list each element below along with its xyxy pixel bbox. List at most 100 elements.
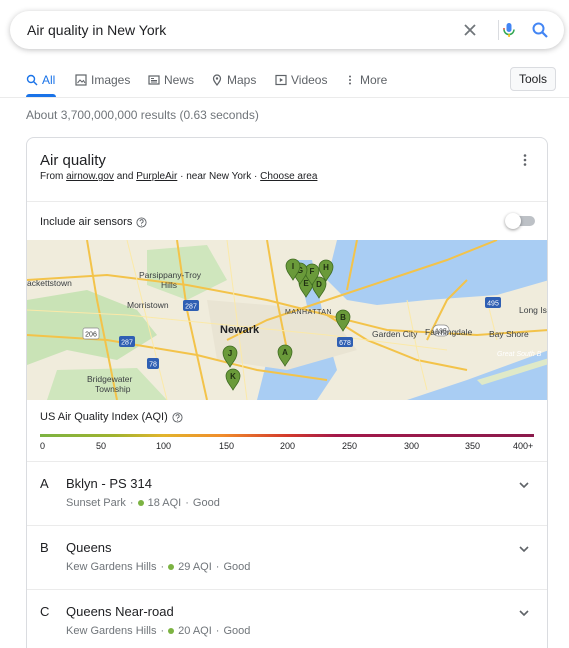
map-label: Great South B (497, 351, 542, 358)
marker-letter: I (292, 262, 294, 271)
toggle-knob (505, 213, 521, 229)
search-input[interactable]: Air quality in New York (27, 22, 166, 38)
tab-label: News (164, 73, 195, 87)
search-tabs: All Images News Maps Videos More (0, 66, 569, 98)
aqi-tick: 100 (156, 441, 172, 451)
marker-letter: E (303, 279, 309, 288)
tab-maps[interactable]: Maps (211, 72, 256, 88)
tab-news[interactable]: News (148, 72, 194, 88)
station-details: Kew Gardens Hills · 20 AQI · Good (66, 625, 250, 637)
aqi-tick: 250 (342, 441, 358, 451)
route-78: 78 (149, 362, 157, 369)
tab-more[interactable]: More (344, 72, 387, 88)
station-row[interactable]: A Bklyn - PS 314 Sunset Park · 18 AQI · … (27, 462, 547, 526)
map-label: Township (95, 384, 131, 394)
video-icon (275, 74, 287, 86)
marker-letter: B (340, 313, 346, 322)
tab-label: All (42, 73, 56, 87)
clear-icon[interactable] (460, 20, 480, 40)
map-label: MANHATTAN (285, 309, 332, 316)
aqi-tick: 400+ (513, 441, 534, 451)
divider (27, 201, 547, 202)
aqi-tick: 150 (219, 441, 235, 451)
image-icon (75, 74, 87, 86)
station-row[interactable]: B Queens Kew Gardens Hills · 29 AQI · Go… (27, 526, 547, 590)
aqi-tick: 300 (404, 441, 420, 451)
card-title: Air quality (40, 152, 106, 169)
card-source: From airnow.gov and PurpleAir · near New… (40, 171, 317, 182)
route-287: 287 (185, 304, 197, 311)
chevron-down-icon[interactable] (517, 478, 531, 492)
station-aqi: 29 AQI (178, 561, 212, 573)
station-letter: A (40, 476, 49, 491)
airnow-link[interactable]: airnow.gov (66, 171, 114, 182)
tools-button[interactable]: Tools (510, 67, 556, 91)
tab-label: More (360, 73, 388, 87)
map-label: Bay Shore (489, 329, 529, 339)
aqi-label: US Air Quality Index (AQI) (40, 411, 168, 423)
route-287: 287 (121, 340, 133, 347)
map-label: Farmingdale (425, 327, 473, 337)
station-aqi: 20 AQI (178, 625, 212, 637)
station-letter: B (40, 540, 49, 555)
search-icon (26, 74, 38, 86)
include-sensors-row: Include air sensors (40, 216, 147, 228)
station-details: Kew Gardens Hills · 29 AQI · Good (66, 561, 250, 573)
aqi-tick: 50 (96, 441, 107, 451)
air-sensors-toggle[interactable] (505, 213, 535, 229)
station-area: Sunset Park (66, 497, 126, 509)
tab-images[interactable]: Images (75, 72, 130, 88)
purpleair-link[interactable]: PurpleAir (136, 171, 177, 182)
separator: · (129, 497, 134, 509)
help-icon[interactable] (172, 411, 183, 423)
microphone-icon[interactable] (499, 20, 519, 40)
marker-letter: F (310, 267, 315, 276)
separator: · (215, 561, 220, 573)
aqi-tick: 0 (40, 441, 46, 451)
aqi-status-dot (168, 564, 175, 570)
station-status: Good (223, 561, 251, 573)
tab-label: Images (91, 73, 131, 87)
results-count: About 3,700,000,000 results (0.63 second… (26, 108, 259, 122)
map-label: Bridgewater (87, 374, 133, 384)
map-label: Parsippany-Troy (139, 270, 202, 280)
map-label: Long Is (519, 305, 547, 315)
separator: · (160, 561, 165, 573)
choose-area-link[interactable]: Choose area (260, 171, 317, 182)
more-options-icon[interactable] (519, 153, 531, 167)
tab-label: Videos (291, 73, 328, 87)
help-icon[interactable] (136, 216, 147, 228)
route-206: 206 (85, 332, 97, 339)
separator: · (185, 497, 189, 509)
station-area: Kew Gardens Hills (66, 625, 157, 637)
tab-videos[interactable]: Videos (275, 72, 327, 88)
chevron-down-icon[interactable] (517, 542, 531, 556)
aqi-status-dot (137, 500, 144, 506)
chevron-down-icon[interactable] (517, 606, 531, 620)
separator: · (160, 625, 165, 637)
station-status: Good (192, 497, 220, 509)
source-prefix: From (40, 171, 64, 182)
air-quality-map[interactable]: 206 287 287 78 495 135 678 ackettstown P… (27, 240, 548, 400)
station-name: Queens Near-road (66, 604, 174, 619)
source-location: · near New York · (180, 171, 258, 182)
station-area: Kew Gardens Hills (66, 561, 157, 573)
aqi-status-dot (168, 628, 175, 634)
separator: · (215, 625, 220, 637)
search-bar[interactable]: Air quality in New York (10, 11, 564, 49)
route-678: 678 (339, 340, 351, 347)
marker-letter: K (230, 372, 236, 381)
station-letter: C (40, 604, 50, 619)
map-label: ackettstown (27, 278, 72, 288)
search-icon[interactable] (530, 20, 550, 40)
station-aqi: 18 AQI (147, 497, 182, 509)
include-sensors-label: Include air sensors (40, 216, 133, 228)
map-pin-icon (212, 74, 222, 86)
tab-label: Maps (227, 73, 257, 87)
aqi-legend-title: US Air Quality Index (AQI) (40, 411, 183, 423)
tab-all[interactable]: All (26, 72, 55, 88)
map-label-newark: Newark (220, 324, 260, 336)
station-row[interactable]: C Queens Near-road Kew Gardens Hills · 2… (27, 590, 547, 648)
station-status: Good (223, 625, 251, 637)
more-vert-icon (349, 75, 351, 85)
